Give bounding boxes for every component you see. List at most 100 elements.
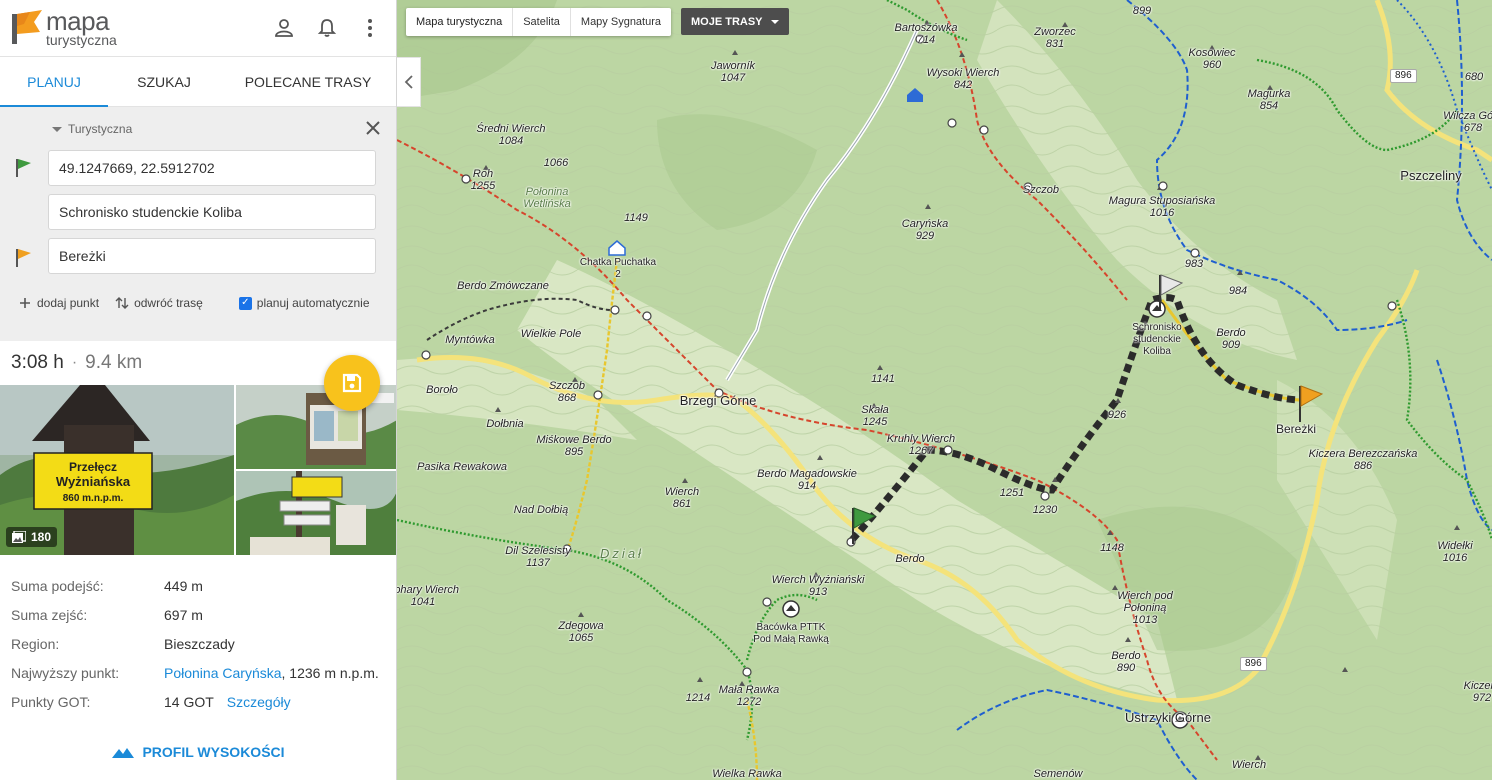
map-label[interactable]: Zworzec 831 <box>1034 26 1076 50</box>
map-type-signature[interactable]: Mapy Sygnatura <box>571 8 671 36</box>
map-label[interactable]: Jaworník 1047 <box>711 60 755 84</box>
map-label[interactable]: Caryńska 929 <box>902 218 948 242</box>
map-label[interactable]: Bartoszówka 714 <box>895 22 958 46</box>
reverse-route-button[interactable]: odwróć trasę <box>115 296 203 310</box>
map-label[interactable]: Dział <box>600 547 644 560</box>
map-label[interactable]: Nad Dołbią <box>514 504 568 516</box>
map-label[interactable]: Kiczera972 <box>1464 680 1492 704</box>
map-label[interactable]: 899 <box>1133 5 1151 17</box>
map-label[interactable]: Kruhly Wierch 1267 <box>887 433 955 457</box>
route-time: 3:08 h <box>11 352 64 373</box>
start-point-input[interactable]: 49.1247669, 22.5912702 <box>48 150 376 186</box>
map-canvas[interactable]: Bartoszówka 714 Zworzec 831 Jaworník 1047 W… <box>397 0 1492 780</box>
elevation-profile-button[interactable]: PROFIL WYSOKOŚCI <box>0 742 396 762</box>
got-details-link[interactable]: Szczegóły <box>227 694 291 710</box>
detail-value: 449 m <box>164 577 203 594</box>
map-label[interactable]: 983 <box>1185 258 1203 270</box>
map-label[interactable]: Boroło <box>426 384 458 396</box>
map-label[interactable]: Berdo <box>895 553 924 565</box>
map-label[interactable]: Wierch Wyżniański 913 <box>772 574 865 598</box>
map-label[interactable]: Ustrzyki Górne <box>1125 711 1211 724</box>
app-logo[interactable]: mapa turystyczna <box>10 8 125 48</box>
map-label[interactable]: Wielkie Pole <box>521 328 581 340</box>
map-label[interactable]: Berdo 909 <box>1216 327 1245 351</box>
map-label[interactable]: Berdo 890 <box>1111 650 1140 674</box>
photo-main[interactable]: Przełęcz Wyżniańska 860 m.n.p.m. 180 <box>0 385 234 555</box>
map-label[interactable]: 1141 <box>871 373 895 385</box>
map-label[interactable]: Brzegi Górne <box>680 394 757 407</box>
end-flag-icon <box>16 249 31 267</box>
close-icon[interactable] <box>364 119 382 137</box>
map-label[interactable]: Semenów <box>1034 768 1083 780</box>
map-label[interactable]: Roh 1255 <box>471 168 495 192</box>
map-label[interactable]: 1230 <box>1033 504 1057 516</box>
my-trips-dropdown[interactable]: MOJE TRASY <box>681 8 789 35</box>
waypoint-input[interactable]: Schronisko studenckie Koliba <box>48 194 376 230</box>
map-label[interactable]: Wierch 861 <box>665 486 699 510</box>
routing-mode-select[interactable]: Turystyczna <box>52 122 132 136</box>
map-label[interactable]: Schronisko studenckie Koliba <box>1132 322 1181 358</box>
map-label[interactable]: 984 <box>1229 285 1247 297</box>
map-label[interactable]: Wysoki Wierch 842 <box>927 67 1000 91</box>
auto-plan-toggle[interactable]: ✓ planuj automatycznie <box>238 296 370 310</box>
notifications-bell-icon[interactable] <box>315 16 339 40</box>
map-label[interactable]: Pohary Wierch1041 <box>397 584 459 608</box>
detail-row-descent: Suma zejść: 697 m <box>0 600 396 629</box>
map-label[interactable]: Widełki 1016 <box>1437 540 1472 564</box>
map-label[interactable]: Berdo Zmówczane <box>457 280 549 292</box>
highest-point-link[interactable]: Połonina Caryńska <box>164 665 282 681</box>
map-label[interactable]: Myntówka <box>445 334 495 346</box>
map-label[interactable]: Skała 1245 <box>861 404 889 428</box>
map-label[interactable]: Kosowiec 960 <box>1188 47 1235 71</box>
map-label[interactable]: Bereżki <box>1276 423 1316 435</box>
map-type-tourist[interactable]: Mapa turystyczna <box>406 8 514 36</box>
collapse-sidebar-button[interactable] <box>397 57 421 107</box>
map-label[interactable]: 926 <box>1108 409 1126 421</box>
map-label[interactable]: Mała Rawka 1272 <box>719 684 780 708</box>
detail-value: Bieszczady <box>164 635 235 652</box>
detail-row-region: Region: Bieszczady <box>0 629 396 658</box>
photo-thumb-2[interactable] <box>236 471 396 555</box>
map-label[interactable]: Chatka Puchatka 2 <box>580 257 656 281</box>
map-label[interactable]: Średni Wierch 1084 <box>477 123 546 147</box>
map-label[interactable]: Wierch <box>1232 759 1266 771</box>
map-type-satellite[interactable]: Satelita <box>513 8 571 36</box>
map-label[interactable]: 1149 <box>624 212 648 224</box>
auto-plan-checkbox[interactable]: ✓ <box>238 296 252 310</box>
user-account-icon[interactable] <box>272 16 296 40</box>
sign-text-3: 860 m.n.p.m. <box>63 493 124 504</box>
map-label[interactable]: 680 <box>1465 71 1483 83</box>
map-label[interactable]: Magurka 854 <box>1248 88 1291 112</box>
route-distance: 9.4 km <box>85 352 143 373</box>
map-label[interactable]: Dil Szelesisty 1137 <box>505 545 570 569</box>
map-label[interactable]: Wierch pod Połoniną 1013 <box>1117 590 1173 626</box>
map-label[interactable]: Miśkowe Berdo 895 <box>536 434 611 458</box>
map-label[interactable]: 1148 <box>1100 542 1124 554</box>
map-label[interactable]: 1251 <box>1000 487 1024 499</box>
map-label[interactable]: Szczob <box>1023 184 1059 196</box>
map-label[interactable]: Magura Stuposiańska 1016 <box>1109 195 1215 219</box>
map-label[interactable]: Berdo Magadowskie 914 <box>757 468 857 492</box>
map-label[interactable]: Bacówka PTTK Pod Małą Rawką <box>753 622 829 646</box>
map-label[interactable]: Dołbnia <box>486 418 523 430</box>
more-menu-icon[interactable] <box>358 16 382 40</box>
sign-text-1: Przełęcz <box>69 460 117 474</box>
save-route-button[interactable] <box>324 355 380 411</box>
photo-gallery[interactable]: Przełęcz Wyżniańska 860 m.n.p.m. 180 <box>0 385 396 555</box>
map-label[interactable]: Kiczera Berezczańska 886 <box>1309 448 1418 472</box>
map-label[interactable]: Połonina Wetlińska <box>523 186 570 210</box>
detail-key: Najwyższy punkt: <box>11 664 120 681</box>
end-point-input[interactable]: Bereżki <box>48 238 376 274</box>
add-point-button[interactable]: dodaj punkt <box>18 296 99 310</box>
map-label[interactable]: Zdegowa 1065 <box>558 620 603 644</box>
map-label[interactable]: Wielka Rawka <box>712 768 782 780</box>
map-label[interactable]: 1214 <box>686 692 710 704</box>
map-label[interactable]: Wilcza Góra678 <box>1443 110 1492 134</box>
map-label[interactable]: Szczob 868 <box>549 380 585 404</box>
map-label[interactable]: Pasika Rewakowa <box>417 461 507 473</box>
map-label[interactable]: 1066 <box>544 157 568 169</box>
map-label[interactable]: Pszczeliny <box>1400 169 1461 182</box>
tab-polecane-trasy[interactable]: POLECANE TRASY <box>220 57 396 107</box>
tab-planuj[interactable]: PLANUJ <box>0 57 108 108</box>
tab-szukaj[interactable]: SZUKAJ <box>108 57 220 107</box>
